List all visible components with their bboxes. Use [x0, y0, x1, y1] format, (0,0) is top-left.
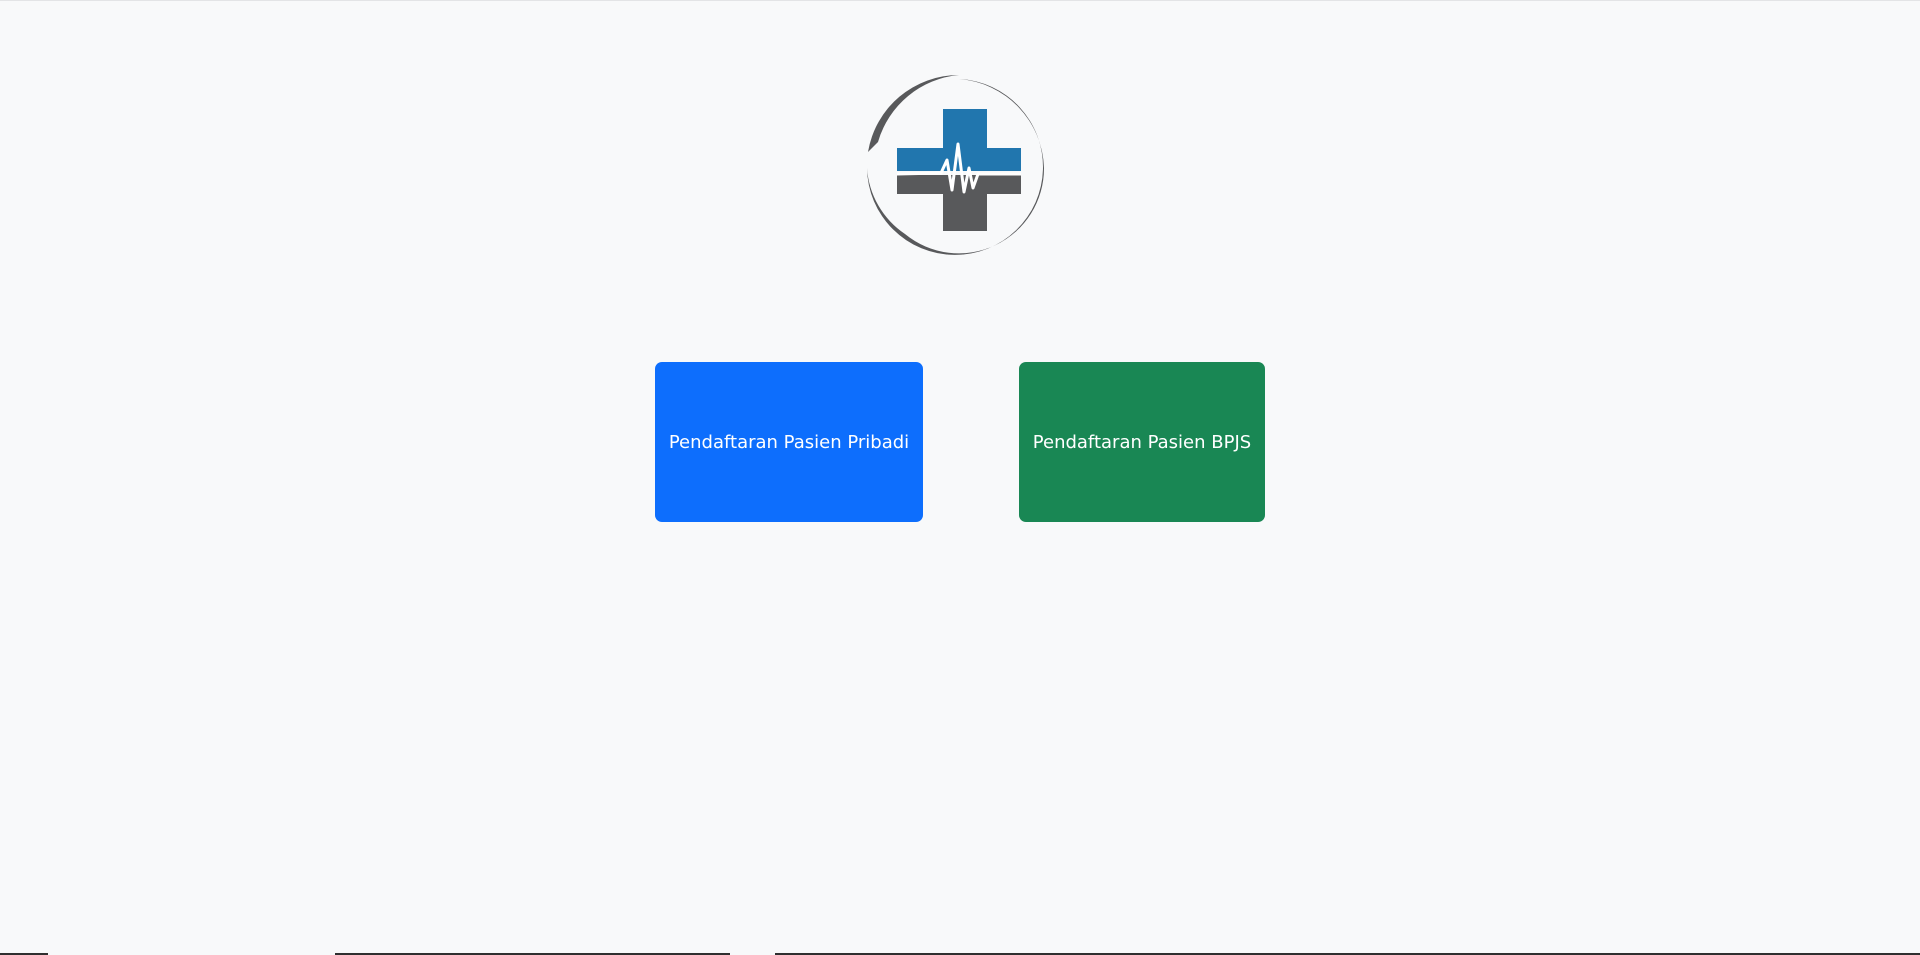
medical-cross-icon — [867, 74, 1045, 255]
registration-page: Pendaftaran Pasien Pribadi Pendaftaran P… — [0, 0, 1920, 955]
clinic-logo — [863, 72, 1054, 263]
register-private-patient-button[interactable]: Pendaftaran Pasien Pribadi — [655, 362, 923, 522]
register-bpjs-patient-button[interactable]: Pendaftaran Pasien BPJS — [1019, 362, 1265, 522]
